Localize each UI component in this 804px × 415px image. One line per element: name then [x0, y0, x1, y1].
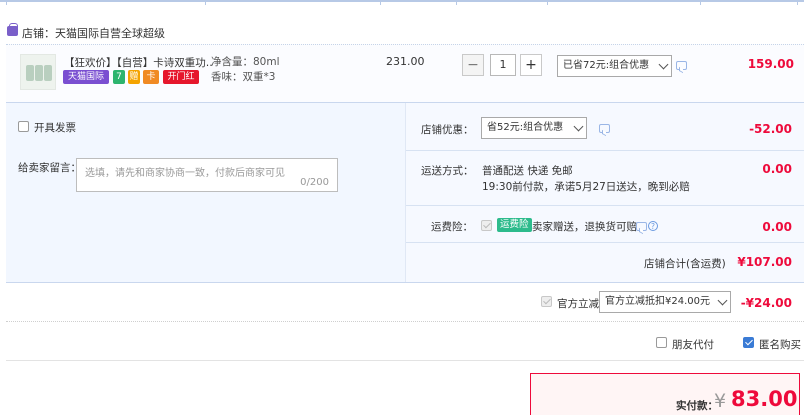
badge-tmall-global: 天猫国际 [63, 70, 109, 84]
unit-price: 231.00 [386, 55, 425, 68]
shop-bar: 店铺：天猫国际自营全球超级 [0, 20, 804, 44]
message-placeholder: 选填，请先和商家协商一致，付款后商家可见 [85, 168, 285, 179]
help-icon[interactable]: ? [648, 221, 658, 231]
product-props: 净含量：80ml 香味：双重*3 [211, 55, 280, 85]
anonymous-label: 匿名购买 [759, 339, 801, 351]
official-discount-value-select: 官方立减抵扣¥24.00元 [605, 296, 710, 307]
freight-insurance-amount: 0.00 [762, 220, 792, 234]
shop-discount-select[interactable]: 省52元:组合优惠 [481, 117, 587, 139]
shipping-promise: 19:30前付款，承诺5月27日送达，晚到必赔 [482, 181, 690, 193]
qty-input[interactable]: 1 [490, 54, 516, 76]
official-discount-amount: -¥24.00 [740, 296, 792, 310]
top-border [0, 0, 804, 5]
friend-pay-label: 朋友代付 [672, 339, 714, 351]
freight-insurance-label: 运费险： [431, 221, 473, 233]
divider [6, 360, 804, 361]
shop-discount-value-select: 省52元:组合优惠 [487, 122, 564, 133]
anonymous-checkbox[interactable] [743, 337, 754, 348]
freight-insurance-checkbox [481, 220, 492, 231]
shipping-amount: 0.00 [762, 162, 792, 176]
payment-amount: 83.00 [731, 387, 798, 411]
payment-label: 实付款： [676, 400, 718, 412]
friend-pay-checkbox[interactable] [656, 337, 667, 348]
freight-insurance-desc: 卖家赠送，退换货可赔 [532, 221, 637, 233]
divider [406, 150, 804, 151]
official-discount-label: 官方立减 [557, 298, 599, 310]
official-discount-select[interactable]: 官方立减抵扣¥24.00元 [599, 291, 731, 313]
shop-discount-label: 店铺优惠： [421, 124, 474, 136]
badge-kaimenhong: 开门红 [163, 70, 199, 84]
qty-minus-button[interactable]: − [462, 54, 484, 76]
product-title[interactable]: 【狂欢价】【自营】卡诗双重功… [64, 55, 212, 70]
prop-scent: 香味：双重*3 [211, 71, 276, 83]
badge-gift: 赠 [128, 70, 140, 84]
currency-symbol: ¥ [714, 390, 727, 412]
payment-summary: 实付款： ¥ 83.00 [530, 373, 800, 415]
freight-insurance-tag: 运费险 [497, 218, 532, 232]
chat-icon[interactable] [599, 124, 610, 133]
official-discount-checkbox [541, 296, 552, 307]
qty-plus-button[interactable]: + [520, 54, 542, 76]
badge-card: 卡 [143, 70, 159, 84]
item-promo-value: 已省72元:组合优惠 [563, 60, 650, 71]
shop-name[interactable]: 店铺：天猫国际自营全球超级 [22, 25, 165, 41]
prop-volume: 净含量：80ml [211, 56, 280, 68]
shop-total-label: 店铺合计(含运费) [644, 258, 726, 270]
shipping-method: 普通配送 快递 免邮 [482, 165, 573, 177]
invoice-label: 开具发票 [34, 122, 76, 134]
seller-message-input[interactable]: 选填，请先和商家协商一致，付款后商家可见 0/200 [76, 158, 338, 192]
invoice-checkbox[interactable] [18, 121, 29, 132]
chevron-down-icon [573, 121, 584, 132]
badge-7day: 7 [113, 70, 125, 84]
divider [406, 242, 804, 243]
divider [6, 321, 804, 322]
shop-icon [7, 23, 18, 36]
chevron-down-icon [717, 295, 728, 306]
shipping-label: 运送方式： [421, 165, 474, 177]
order-item-row: 【狂欢价】【自营】卡诗双重功… 天猫国际 7 赠 卡 开门红 净含量：80ml … [6, 44, 804, 102]
product-thumbnail[interactable] [20, 54, 56, 90]
item-promo-select[interactable]: 已省72元:组合优惠 [557, 55, 672, 77]
shop-discount-amount: -52.00 [749, 122, 792, 136]
shop-total-amount: ¥107.00 [737, 255, 792, 269]
item-subtotal: 159.00 [747, 57, 794, 71]
chat-icon[interactable] [636, 222, 647, 231]
message-label: 给卖家留言： [18, 162, 81, 174]
message-char-count: 0/200 [300, 177, 329, 188]
divider [406, 205, 804, 206]
chevron-down-icon [658, 59, 669, 70]
chat-icon[interactable] [676, 61, 687, 70]
